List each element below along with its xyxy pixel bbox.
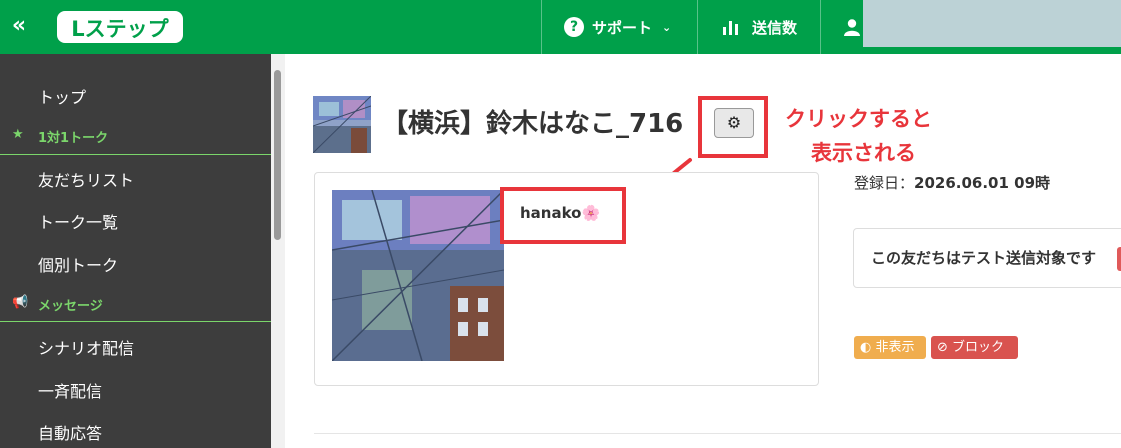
- svg-text:Lステップ: Lステップ: [71, 17, 169, 41]
- top-header: « Lステップ ? サポート ⌄ 送信数: [0, 0, 1121, 54]
- support-label: サポート: [592, 18, 653, 37]
- ban-icon: ⊘: [937, 340, 948, 355]
- sent-count-menu[interactable]: 送信数: [697, 0, 820, 54]
- user-menu[interactable]: [820, 0, 863, 54]
- page-title: 【横浜】鈴木はなこ_716: [382, 109, 684, 139]
- sidebar: トップ ★ 1対1トーク 友だちリスト トーク一覧 個別トーク 📢 メッセージ …: [0, 54, 271, 448]
- sidebar-category-label: メッセージ: [38, 299, 103, 314]
- sidebar-item-auto-reply[interactable]: 自動応答: [0, 420, 271, 444]
- sidebar-divider: [0, 321, 271, 322]
- test-target-notice: この友だちはテスト送信対象です: [871, 249, 1097, 267]
- help-icon: ?: [564, 17, 584, 37]
- sidebar-category-message: 📢 メッセージ: [0, 295, 271, 314]
- sidebar-scrollbar[interactable]: [271, 54, 285, 448]
- star-icon: ★: [12, 127, 24, 142]
- registration-label: 登録日：: [854, 174, 915, 192]
- profile-photo[interactable]: [332, 190, 504, 361]
- sidebar-item-scenario[interactable]: シナリオ配信: [0, 335, 271, 359]
- sidebar-item-individual-talk[interactable]: 個別トーク: [0, 252, 271, 276]
- scrollbar-thumb[interactable]: [274, 70, 281, 240]
- block-button[interactable]: ⊘ ブロック: [931, 336, 1018, 359]
- sidebar-item-top[interactable]: トップ: [0, 84, 271, 108]
- registration-date: 登録日：2026.06.01 09時: [854, 172, 1050, 193]
- support-menu[interactable]: ? サポート ⌄: [541, 0, 697, 54]
- highlight-box-settings: [698, 96, 768, 158]
- sidebar-divider: [0, 154, 271, 155]
- friend-avatar-thumbnail: [313, 96, 371, 153]
- sent-count-label: 送信数: [752, 18, 798, 37]
- user-icon: [844, 19, 860, 36]
- lstep-logo[interactable]: Lステップ: [56, 8, 184, 46]
- sidebar-category-label: 1対1トーク: [38, 131, 109, 146]
- eye-slash-icon: ◐: [860, 340, 872, 355]
- registration-value: 2026.06.01 09時: [914, 174, 1051, 192]
- test-target-toggle[interactable]: [1117, 247, 1121, 271]
- hide-label: 非表示: [875, 340, 915, 355]
- bar-chart-icon: [723, 21, 738, 35]
- sidebar-item-friends-list[interactable]: 友だちリスト: [0, 167, 271, 191]
- annotation-line-2: 表示される: [811, 141, 916, 165]
- sidebar-item-broadcast[interactable]: 一斉配信: [0, 378, 271, 402]
- annotation-line-1: クリックすると: [785, 107, 932, 131]
- sidebar-item-talk-list[interactable]: トーク一覧: [0, 209, 271, 233]
- sidebar-category-one-on-one: ★ 1対1トーク: [0, 127, 271, 146]
- section-divider: [314, 433, 1121, 434]
- megaphone-icon: 📢: [12, 295, 29, 310]
- double-chevron-left-icon[interactable]: «: [8, 12, 30, 40]
- redacted-account-area: [863, 0, 1121, 47]
- friend-nickname: hanako🌸: [520, 204, 601, 222]
- block-label: ブロック: [952, 340, 1005, 355]
- chevron-down-icon: ⌄: [662, 20, 672, 34]
- hide-button[interactable]: ◐ 非表示: [854, 336, 926, 359]
